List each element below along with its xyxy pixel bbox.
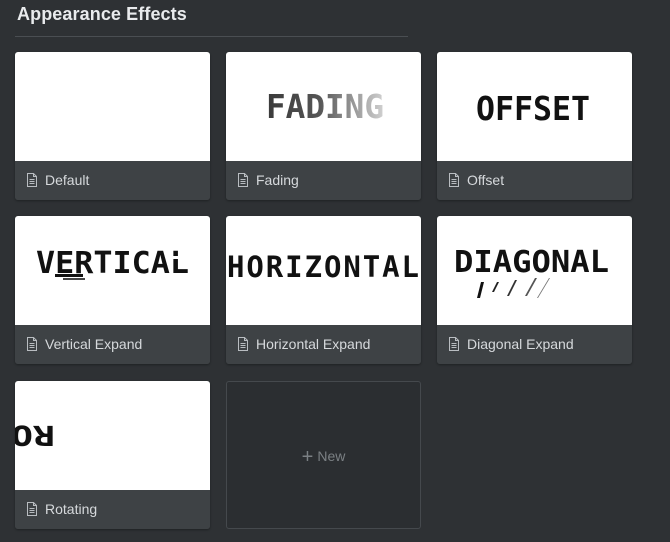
effect-preview: HORIZONTAL xyxy=(226,216,421,325)
card-label-bar: Offset xyxy=(437,161,632,200)
card-label: Horizontal Expand xyxy=(256,336,371,352)
document-icon xyxy=(449,173,459,187)
document-icon xyxy=(238,337,248,351)
section-title: Appearance Effects xyxy=(17,4,187,24)
document-icon xyxy=(27,173,37,187)
new-label: New xyxy=(317,448,346,464)
effect-preview: FADING xyxy=(226,52,421,161)
effect-card-fading[interactable]: FADING Fading xyxy=(226,52,421,200)
effect-card-vertical-expand[interactable]: VERTICAL Vertical Expand xyxy=(15,216,210,364)
effect-card-rotating[interactable]: RO Rotating xyxy=(15,381,210,529)
card-label-bar: Fading xyxy=(226,161,421,200)
card-label-bar: Horizontal Expand xyxy=(226,325,421,364)
effect-preview xyxy=(15,52,210,161)
new-effect-button[interactable]: + New xyxy=(226,381,421,529)
horizontal-preview-text: HORIZONTAL xyxy=(227,250,419,284)
card-label: Rotating xyxy=(45,501,98,517)
effect-preview: VERTICAL xyxy=(15,216,210,325)
plus-icon: + xyxy=(301,446,314,468)
card-label-bar: Default xyxy=(15,161,210,200)
effect-preview: DIAGONAL xyxy=(437,216,632,325)
effect-card-horizontal-expand[interactable]: HORIZONTAL Horizontal Expand xyxy=(226,216,421,364)
card-label: Offset xyxy=(467,172,505,188)
effect-card-offset[interactable]: OFFSET Offset xyxy=(437,52,632,200)
card-label: Vertical Expand xyxy=(45,336,143,352)
card-label-bar: Vertical Expand xyxy=(15,325,210,364)
document-icon xyxy=(27,337,37,351)
card-label: Fading xyxy=(256,172,299,188)
effect-preview: OFFSET xyxy=(437,52,632,161)
document-icon xyxy=(449,337,459,351)
effect-preview: RO xyxy=(15,381,210,490)
card-label: Default xyxy=(45,172,90,188)
rotating-preview-text: RO xyxy=(15,419,55,452)
section-header: Appearance Effects xyxy=(15,0,408,37)
diagonal-preview-text: DIAGONAL xyxy=(454,245,609,280)
fading-preview-text: FADING xyxy=(266,87,384,126)
document-icon xyxy=(238,173,248,187)
effect-card-default[interactable]: Default xyxy=(15,52,210,200)
card-label-bar: Diagonal Expand xyxy=(437,325,632,364)
new-effect-content: + New xyxy=(227,446,420,469)
card-label-bar: Rotating xyxy=(15,490,210,529)
offset-preview-text: OFFSET xyxy=(476,89,590,128)
card-label: Diagonal Expand xyxy=(467,336,574,352)
document-icon xyxy=(27,502,37,516)
effect-card-diagonal-expand[interactable]: DIAGONAL Diagonal Expand xyxy=(437,216,632,364)
